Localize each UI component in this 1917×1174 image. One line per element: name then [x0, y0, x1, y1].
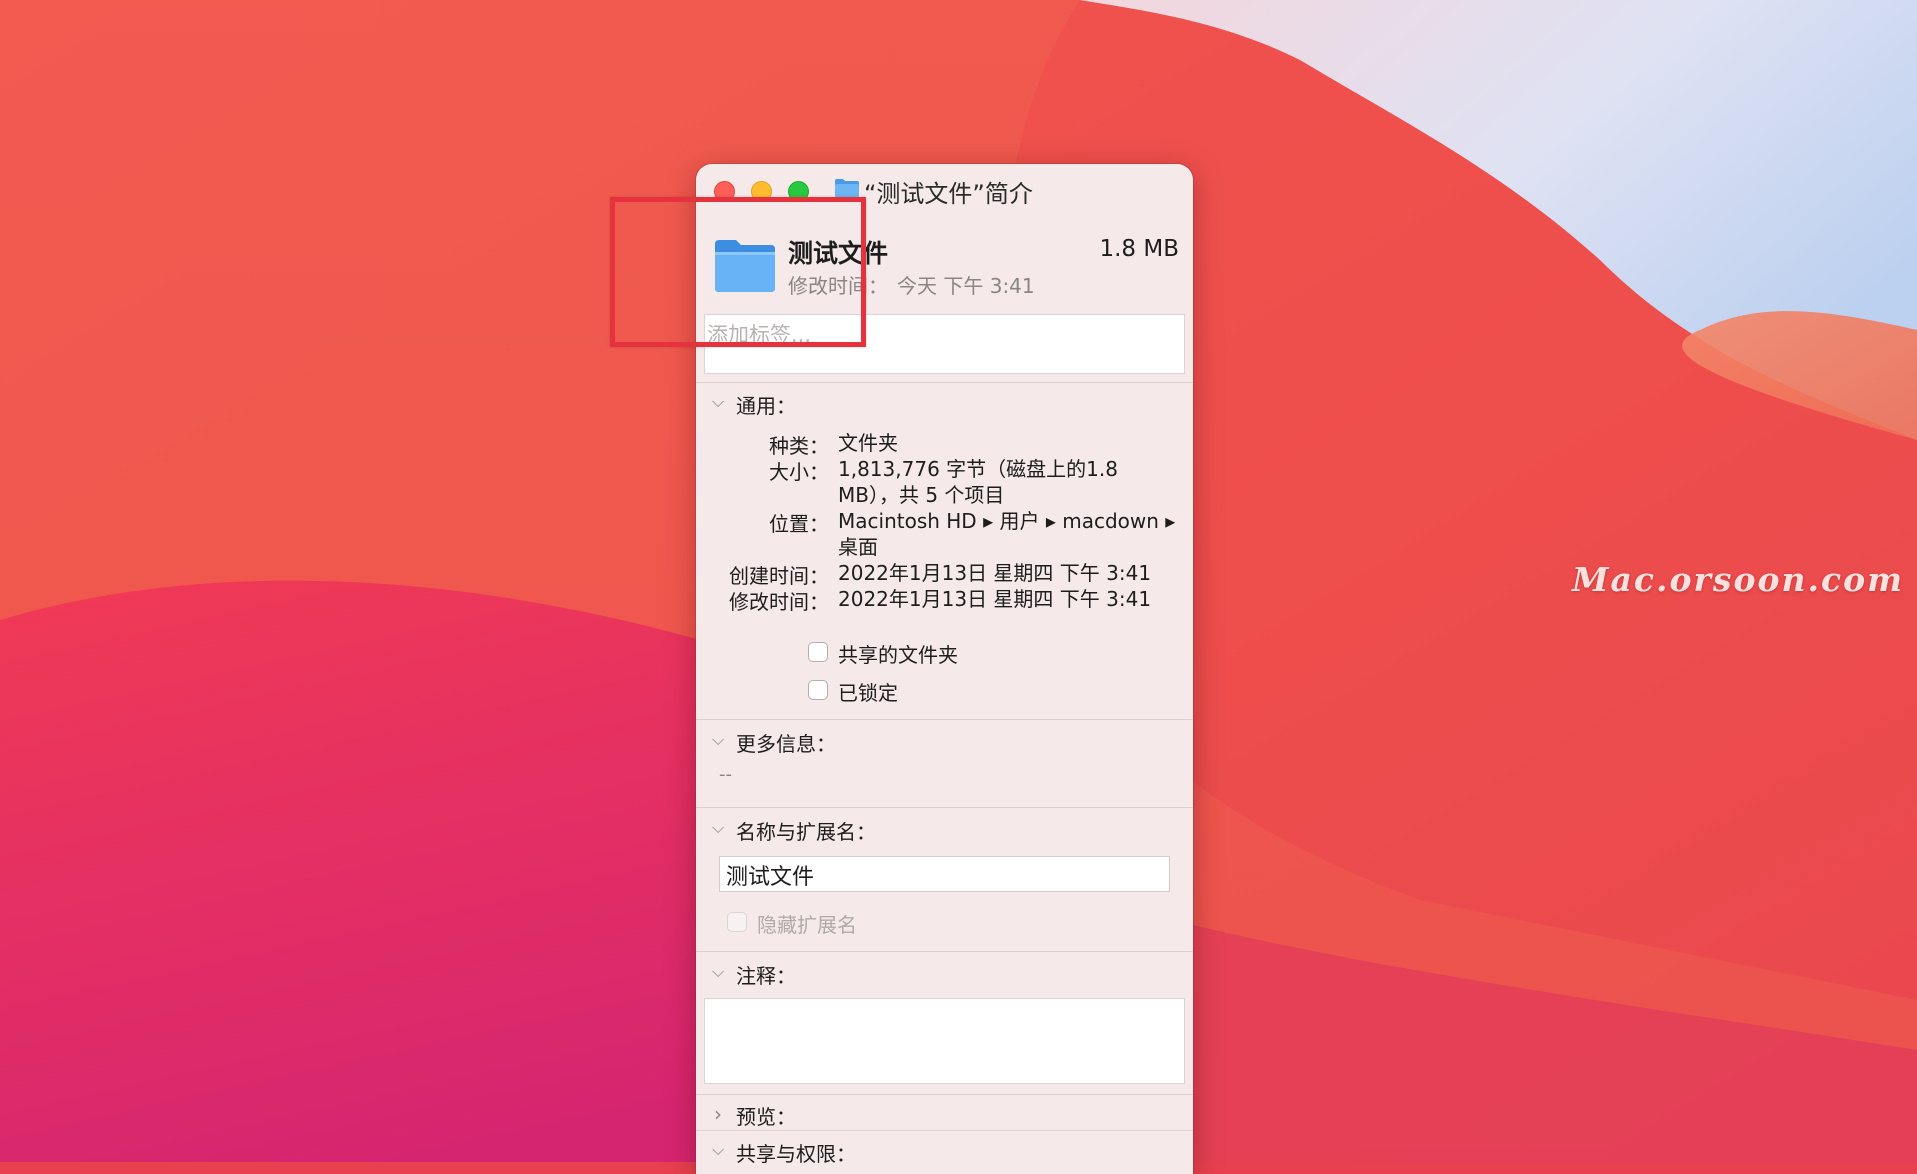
size-label: 大小：: [769, 460, 829, 484]
hide-extension-checkbox[interactable]: [727, 912, 747, 932]
file-size: 1.8 MB: [1099, 236, 1179, 262]
shared-folder-label[interactable]: 共享的文件夹: [838, 639, 958, 668]
locked-label[interactable]: 已锁定: [838, 677, 898, 706]
modified-value: 今天 下午 3:41: [897, 274, 1035, 298]
name-input[interactable]: 测试文件: [719, 856, 1170, 892]
shared-folder-checkbox[interactable]: [808, 642, 828, 662]
modified-date-label: 修改时间：: [729, 590, 829, 614]
modified-date-value: 2022年1月13日 星期四 下午 3:41: [838, 587, 1152, 611]
section-preview-title[interactable]: 预览：: [736, 1101, 796, 1130]
annotation-highlight-box: [610, 197, 866, 347]
location-value: Macintosh HD ▸ 用户 ▸ macdown ▸ 桌面: [838, 509, 1176, 559]
locked-checkbox[interactable]: [808, 680, 828, 700]
created-value: 2022年1月13日 星期四 下午 3:41: [838, 561, 1152, 585]
created-label: 创建时间：: [729, 564, 829, 588]
section-comments-title[interactable]: 注释：: [736, 960, 796, 989]
divider: [696, 382, 1193, 383]
chevron-down-icon[interactable]: ⌵: [712, 818, 724, 838]
chevron-down-icon[interactable]: ⌵: [712, 392, 724, 412]
comments-textarea[interactable]: [704, 998, 1185, 1084]
divider: [696, 1094, 1193, 1095]
section-sharing-title[interactable]: 共享与权限：: [736, 1138, 856, 1167]
size-value: 1,813,776 字节（磁盘上的1.8 MB），共 5 个项目: [838, 457, 1118, 507]
hide-extension-label[interactable]: 隐藏扩展名: [757, 909, 857, 938]
kind-value: 文件夹: [838, 431, 898, 455]
section-general-title[interactable]: 通用：: [736, 390, 796, 419]
location-label: 位置：: [769, 512, 829, 536]
divider: [696, 719, 1193, 720]
chevron-right-icon[interactable]: ›: [714, 1102, 722, 1126]
divider: [696, 1130, 1193, 1131]
chevron-down-icon[interactable]: ⌵: [712, 962, 724, 982]
watermark-text: Mac.orsoon.com: [1572, 560, 1904, 599]
window-title: “测试文件”简介: [864, 180, 1033, 208]
chevron-down-icon[interactable]: ⌵: [712, 1140, 724, 1160]
section-more-info-title[interactable]: 更多信息：: [736, 728, 836, 757]
divider: [696, 951, 1193, 952]
section-name-ext-title[interactable]: 名称与扩展名：: [736, 816, 876, 845]
divider: [696, 807, 1193, 808]
chevron-down-icon[interactable]: ⌵: [712, 730, 724, 750]
kind-label: 种类：: [769, 434, 829, 458]
more-info-value: --: [719, 764, 732, 785]
